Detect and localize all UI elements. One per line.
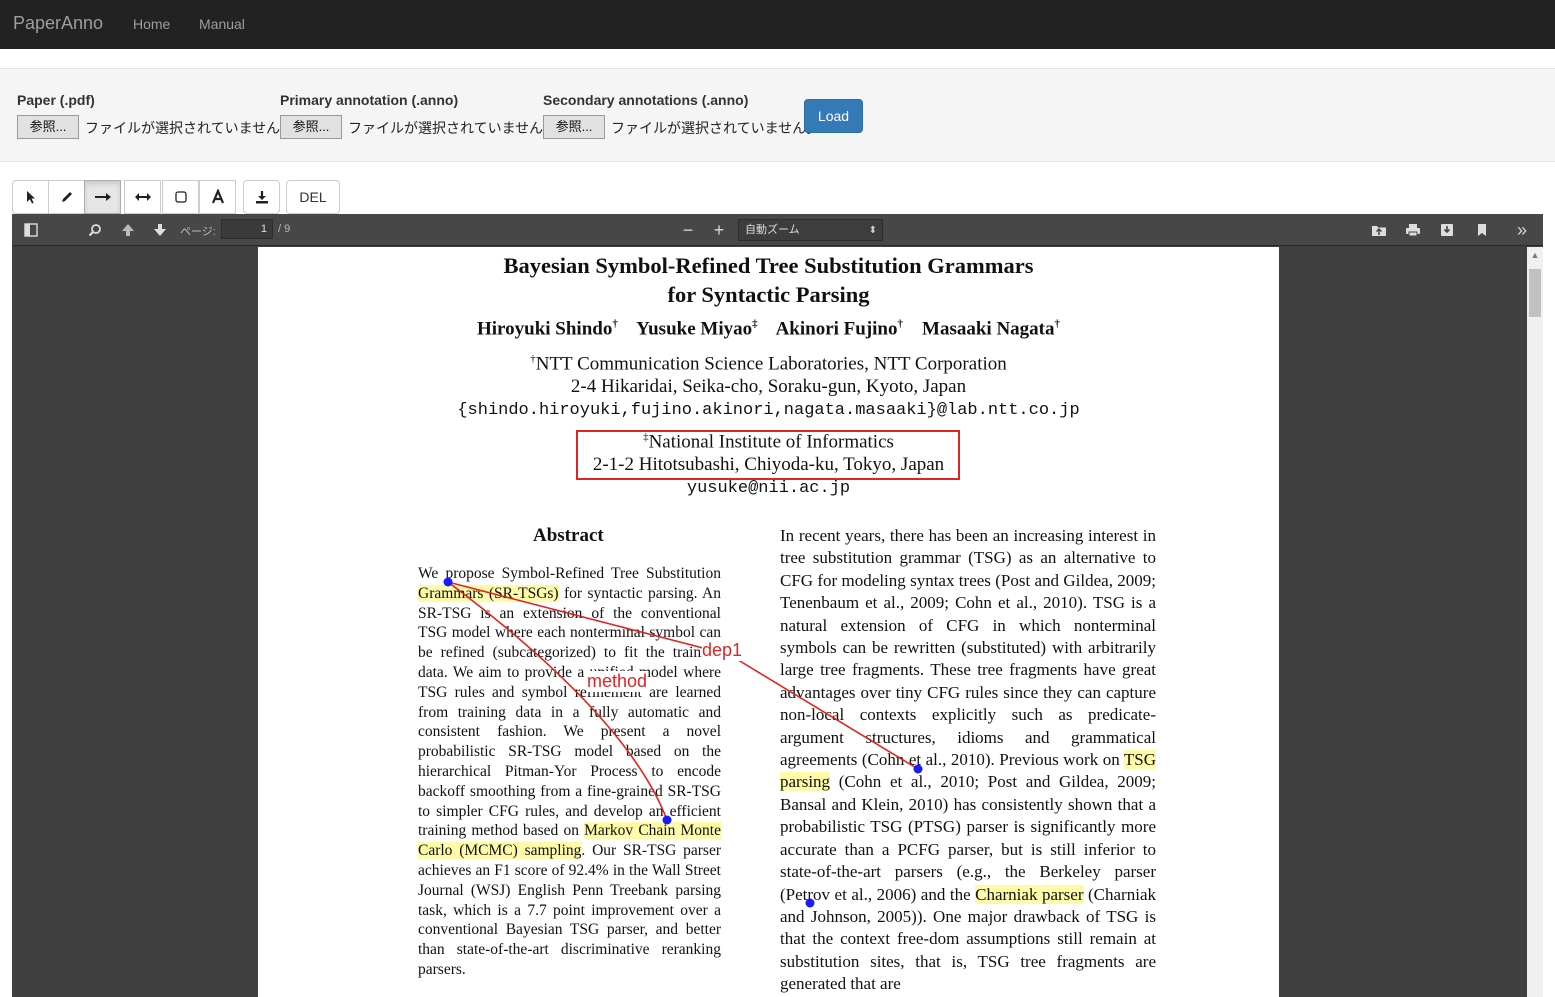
zoom-out-icon[interactable]: −	[680, 220, 696, 240]
author-name: Yusuke Miyao	[636, 318, 753, 340]
page-number-input[interactable]: 1	[221, 219, 273, 239]
author-mark: ‡	[752, 318, 758, 330]
arrow-right-icon	[94, 193, 111, 201]
save-icon[interactable]	[1439, 222, 1455, 238]
zoom-select[interactable]: 自動ズーム ⬍	[738, 219, 883, 241]
previous-page-icon[interactable]	[120, 222, 136, 238]
select-caret-icon: ⬍	[868, 225, 877, 236]
download-icon	[255, 191, 268, 204]
affiliation2-line1: ‡National Institute of Informatics	[643, 431, 894, 453]
paper-title-line1: Bayesian Symbol-Refined Tree Substitutio…	[503, 253, 1034, 278]
pdf-page: Bayesian Symbol-Refined Tree Substitutio…	[258, 247, 1279, 997]
author-name: Akinori Fujino	[775, 318, 898, 340]
secondary-annotation-status: ファイルが選択されていません。	[611, 120, 821, 136]
scroll-thumb[interactable]	[1529, 269, 1541, 317]
delete-button[interactable]: DEL	[286, 180, 340, 214]
abstract-text: We propose Symbol-Refined Tree Substitut…	[418, 565, 721, 978]
double-arrow-icon	[134, 193, 151, 201]
paper-file-status: ファイルが選択されていません。	[85, 120, 295, 136]
secondary-annotation-label: Secondary annotations (.anno)	[543, 92, 749, 108]
arrow-tool-button[interactable]	[84, 180, 121, 214]
text-tool-button[interactable]	[199, 180, 236, 214]
print-icon[interactable]	[1405, 222, 1421, 238]
brand-logo[interactable]: PaperAnno	[13, 13, 103, 34]
scroll-up-icon[interactable]: ▲	[1527, 247, 1543, 263]
primary-annotation-status: ファイルが選択されていません。	[348, 120, 558, 136]
pencil-icon	[61, 192, 72, 202]
bookmark-icon[interactable]	[1474, 222, 1490, 238]
author-name: Hiroyuki Shindo	[476, 318, 613, 340]
affiliation1-email: {shindo.hiroyuki,fujino.akinori,nagata.m…	[457, 401, 1080, 420]
paper-field-label: Paper (.pdf)	[17, 92, 95, 108]
search-icon[interactable]	[87, 222, 103, 238]
zoom-value: 自動ズーム	[745, 224, 800, 236]
secondary-annotation-browse-button[interactable]: 参照...	[543, 115, 605, 139]
page-label: ページ:	[180, 226, 216, 238]
nav-link-home[interactable]: Home	[133, 16, 170, 32]
paper-browse-button[interactable]: 参照...	[17, 115, 79, 139]
highlight-span[interactable]: Grammars (SR-TSGs)	[418, 584, 559, 602]
zoom-in-icon[interactable]: +	[711, 220, 727, 240]
author-name: Masaaki Nagata	[922, 318, 1055, 340]
abstract-heading: Abstract	[533, 525, 604, 546]
top-navbar: PaperAnno Home Manual	[0, 0, 1555, 49]
double-arrow-tool-button[interactable]	[124, 180, 161, 214]
paper-title-line2: for Syntactic Parsing	[667, 282, 870, 307]
pencil-tool-button[interactable]	[48, 180, 85, 214]
affiliation1-line1: †NTT Communication Science Laboratories,…	[530, 353, 1007, 375]
pdf-viewer: ページ: 1 / 9 − + 自動ズーム ⬍ » Bayesian Symbol…	[12, 214, 1543, 997]
author-mark: †	[897, 318, 904, 330]
tools-menu-icon[interactable]: »	[1514, 220, 1530, 240]
pointer-icon	[26, 191, 35, 204]
sidebar-toggle-icon[interactable]	[23, 222, 39, 238]
relation-label-dep1[interactable]: dep1	[702, 640, 743, 661]
primary-annotation-label: Primary annotation (.anno)	[280, 92, 459, 108]
viewer-toolbar: ページ: 1 / 9 − + 自動ズーム ⬍ »	[12, 214, 1543, 246]
next-page-icon[interactable]	[152, 222, 168, 238]
viewer-scrollbar[interactable]: ▲	[1527, 247, 1543, 997]
highlight-span[interactable]: Charniak parser	[975, 884, 1084, 904]
rectangle-tool-button[interactable]	[162, 180, 199, 214]
rectangle-icon	[174, 191, 187, 203]
primary-annotation-browse-button[interactable]: 参照...	[280, 115, 342, 139]
text-icon	[211, 189, 224, 204]
author-mark: †	[1054, 318, 1061, 330]
load-button[interactable]: Load	[804, 99, 863, 133]
affiliation1-line2: 2-4 Hikaridai, Seika-cho, Soraku-gun, Ky…	[570, 376, 967, 397]
pointer-tool-button[interactable]	[12, 180, 49, 214]
relation-label-method[interactable]: method	[587, 671, 648, 692]
affiliation2-email: yusuke@nii.ac.jp	[686, 479, 851, 498]
upload-panel: Paper (.pdf) 参照... ファイルが選択されていません。 Prima…	[0, 68, 1555, 162]
page-total: / 9	[278, 223, 291, 235]
author-list: Hiroyuki Shindo† Yusuke Miyao‡ Akinori F…	[258, 318, 1279, 340]
nav-link-manual[interactable]: Manual	[199, 16, 245, 32]
download-tool-button[interactable]	[243, 180, 280, 214]
introduction-text: In recent years, there has been an incre…	[780, 526, 1156, 994]
author-mark: †	[612, 318, 618, 330]
open-file-icon[interactable]	[1371, 222, 1387, 238]
affiliation2-line2: 2-1-2 Hitotsubashi, Chiyoda-ku, Tokyo, J…	[592, 454, 945, 475]
